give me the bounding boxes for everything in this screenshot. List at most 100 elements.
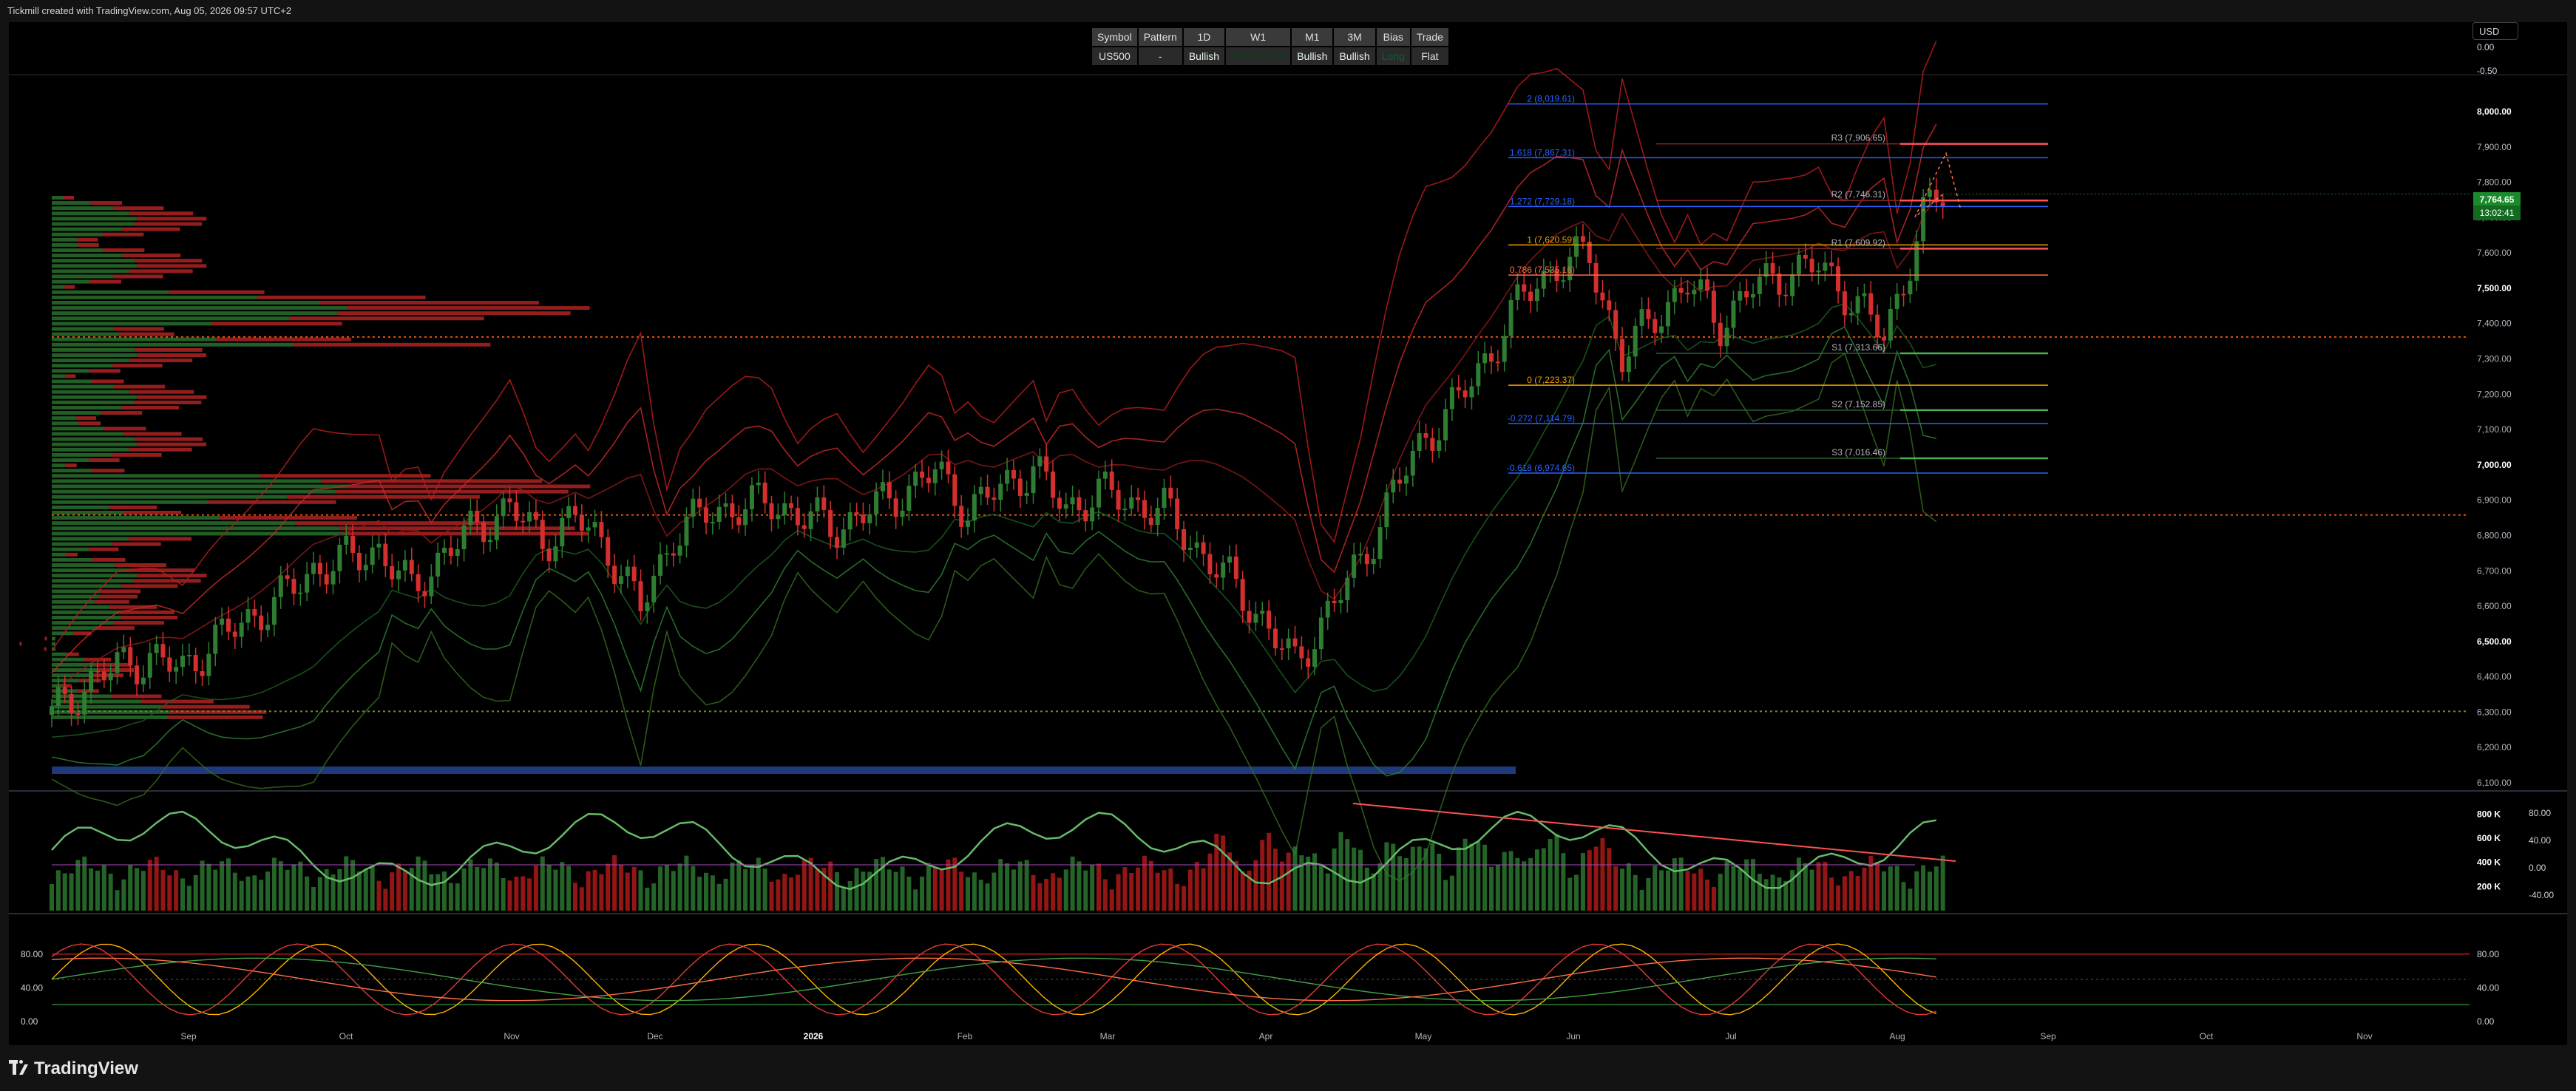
- header-w1: W1: [1224, 27, 1292, 47]
- volume-profile-bar: [52, 437, 135, 441]
- candle-body: [1253, 614, 1258, 623]
- volume-bar: [861, 871, 866, 911]
- stoch-axis-tick-left: 80.00: [21, 949, 43, 959]
- candle-body: [749, 485, 754, 509]
- volume-profile-bar: [169, 290, 265, 294]
- candle-body: [121, 647, 126, 653]
- candle-body: [540, 520, 545, 549]
- volume-bar: [1770, 874, 1775, 911]
- volume-bar: [1325, 873, 1330, 911]
- volume-profile-bar: [140, 699, 214, 704]
- volume-bar: [1777, 877, 1782, 911]
- volume-bar: [664, 864, 669, 911]
- candle-body: [402, 560, 407, 571]
- tradingview-logo[interactable]: TradingView: [9, 1058, 138, 1079]
- candle-body: [808, 511, 813, 529]
- candle-body: [992, 497, 997, 500]
- volume-profile-bar: [52, 269, 129, 273]
- volume-profile-bar: [64, 196, 74, 200]
- volume-bar: [1338, 832, 1343, 911]
- header-symbol: Symbol: [1091, 27, 1139, 47]
- fib-level-label: 1.618 (7,867.31): [1510, 147, 1575, 157]
- volume-profile-bar: [336, 489, 569, 494]
- volume-bar: [468, 859, 473, 911]
- volume-profile-bar: [52, 295, 258, 299]
- candle-body: [1476, 363, 1481, 387]
- value-1d: Bullish: [1182, 46, 1227, 67]
- candle-body: [1718, 322, 1723, 347]
- value-3m: Bullish: [1332, 46, 1377, 67]
- volume-bar: [1862, 867, 1867, 911]
- volume-bar: [631, 866, 637, 911]
- volume-bar: [625, 872, 630, 911]
- candle-body: [625, 566, 630, 577]
- time-axis-tick: 2026: [804, 1031, 824, 1041]
- time-axis-tick: Nov: [2356, 1031, 2372, 1041]
- volume-profile-bar: [52, 537, 129, 541]
- chart-canvas[interactable]: 8,000.007,900.007,800.007,700.007,600.00…: [0, 0, 2576, 1047]
- price-axis-tick: 7,900.00: [2477, 142, 2512, 152]
- volume-bar: [1882, 871, 1886, 911]
- candle-body: [1187, 547, 1193, 551]
- candle-body: [606, 537, 611, 566]
- volume-bar: [1718, 874, 1723, 911]
- volume-profile-bar: [52, 279, 90, 284]
- price-axis-tick: 6,500.00: [2477, 636, 2512, 647]
- candle-body: [1005, 470, 1010, 484]
- volume-bar: [232, 872, 237, 911]
- date-range-bar: [52, 767, 1516, 774]
- candle-body: [1659, 326, 1664, 333]
- volume-profile-bar: [52, 657, 84, 662]
- volume-profile-bar: [336, 311, 571, 316]
- candle-body: [1489, 353, 1494, 362]
- volume-bar: [1829, 877, 1834, 911]
- candle-body: [89, 670, 94, 692]
- volume-profile-bar: [119, 332, 174, 336]
- candle-body: [1155, 507, 1160, 526]
- oscillator-axis-tick: 40.00: [2529, 835, 2551, 846]
- volume-profile-bar: [52, 374, 65, 378]
- volume-profile-bar: [52, 605, 110, 609]
- candle-body: [1318, 617, 1323, 650]
- candle-body: [782, 503, 787, 515]
- volume-bar: [1790, 870, 1795, 911]
- volume-bar: [180, 878, 185, 911]
- volume-profile-bar: [52, 579, 134, 583]
- volume-bar: [167, 875, 172, 911]
- candle-body: [435, 552, 441, 577]
- volume-bar: [475, 866, 480, 911]
- candle-body: [645, 602, 650, 611]
- candle-body: [553, 546, 558, 562]
- volume-profile-bar: [52, 500, 209, 504]
- volume-bar: [1187, 869, 1193, 911]
- candle-body: [1090, 507, 1095, 522]
- volume-bar: [442, 871, 447, 911]
- candle-body: [906, 486, 912, 511]
- volume-profile-bar: [101, 411, 143, 415]
- volume-bar: [95, 870, 100, 911]
- candle-body: [1286, 638, 1291, 649]
- candle-body: [206, 653, 211, 676]
- candle-body: [1358, 554, 1363, 556]
- candle-body: [311, 563, 316, 574]
- volume-bar: [128, 865, 133, 911]
- time-axis-tick: Sep: [180, 1031, 197, 1041]
- volume-bar: [1502, 852, 1507, 911]
- volume-bar: [1044, 878, 1049, 911]
- volume-bar: [533, 865, 538, 911]
- volume-bar: [710, 875, 715, 911]
- volume-profile-bar: [52, 390, 130, 394]
- volume-profile-bar: [52, 384, 115, 389]
- volume-bar: [691, 866, 696, 911]
- candle-body: [815, 497, 820, 511]
- volume-bar: [1940, 855, 1945, 911]
- volume-bar: [1836, 885, 1841, 911]
- volume-bar: [55, 870, 61, 911]
- currency-selector[interactable]: USD: [2472, 22, 2518, 40]
- candle-body: [1639, 309, 1644, 326]
- candle-body: [1102, 472, 1108, 479]
- candle-body: [1443, 409, 1448, 441]
- volume-bar: [291, 864, 296, 911]
- candle-body: [1646, 309, 1651, 319]
- volume-bar: [736, 860, 742, 911]
